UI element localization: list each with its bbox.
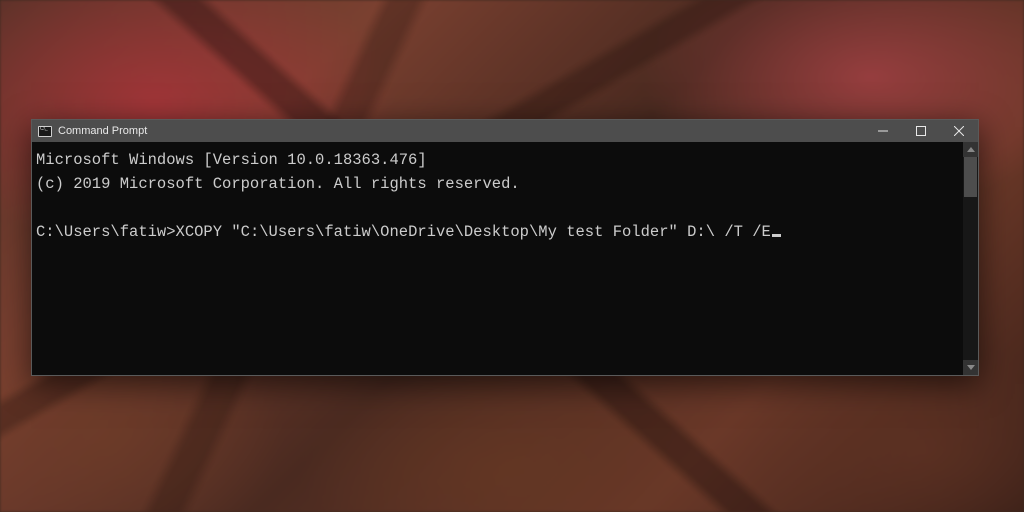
chevron-up-icon [967,147,975,152]
copyright-line: (c) 2019 Microsoft Corporation. All righ… [36,175,520,193]
vertical-scrollbar[interactable] [963,142,978,375]
minimize-button[interactable] [864,120,902,142]
prompt-path: C:\Users\fatiw> [36,223,176,241]
scrollbar-thumb[interactable] [964,157,977,197]
cmd-icon [38,126,52,137]
chevron-down-icon [967,365,975,370]
scroll-down-button[interactable] [963,360,978,375]
command-input[interactable]: XCOPY "C:\Users\fatiw\OneDrive\Desktop\M… [176,223,771,241]
scrollbar-track[interactable] [963,157,978,360]
close-button[interactable] [940,120,978,142]
terminal-output[interactable]: Microsoft Windows [Version 10.0.18363.47… [32,142,963,375]
version-line: Microsoft Windows [Version 10.0.18363.47… [36,151,427,169]
text-cursor [772,234,781,237]
scroll-up-button[interactable] [963,142,978,157]
titlebar[interactable]: Command Prompt [32,120,978,142]
window-controls [864,120,978,142]
command-prompt-window: Command Prompt Microsoft Windows [Versio… [31,119,979,376]
maximize-button[interactable] [902,120,940,142]
window-title: Command Prompt [58,125,147,137]
terminal-body[interactable]: Microsoft Windows [Version 10.0.18363.47… [32,142,978,375]
